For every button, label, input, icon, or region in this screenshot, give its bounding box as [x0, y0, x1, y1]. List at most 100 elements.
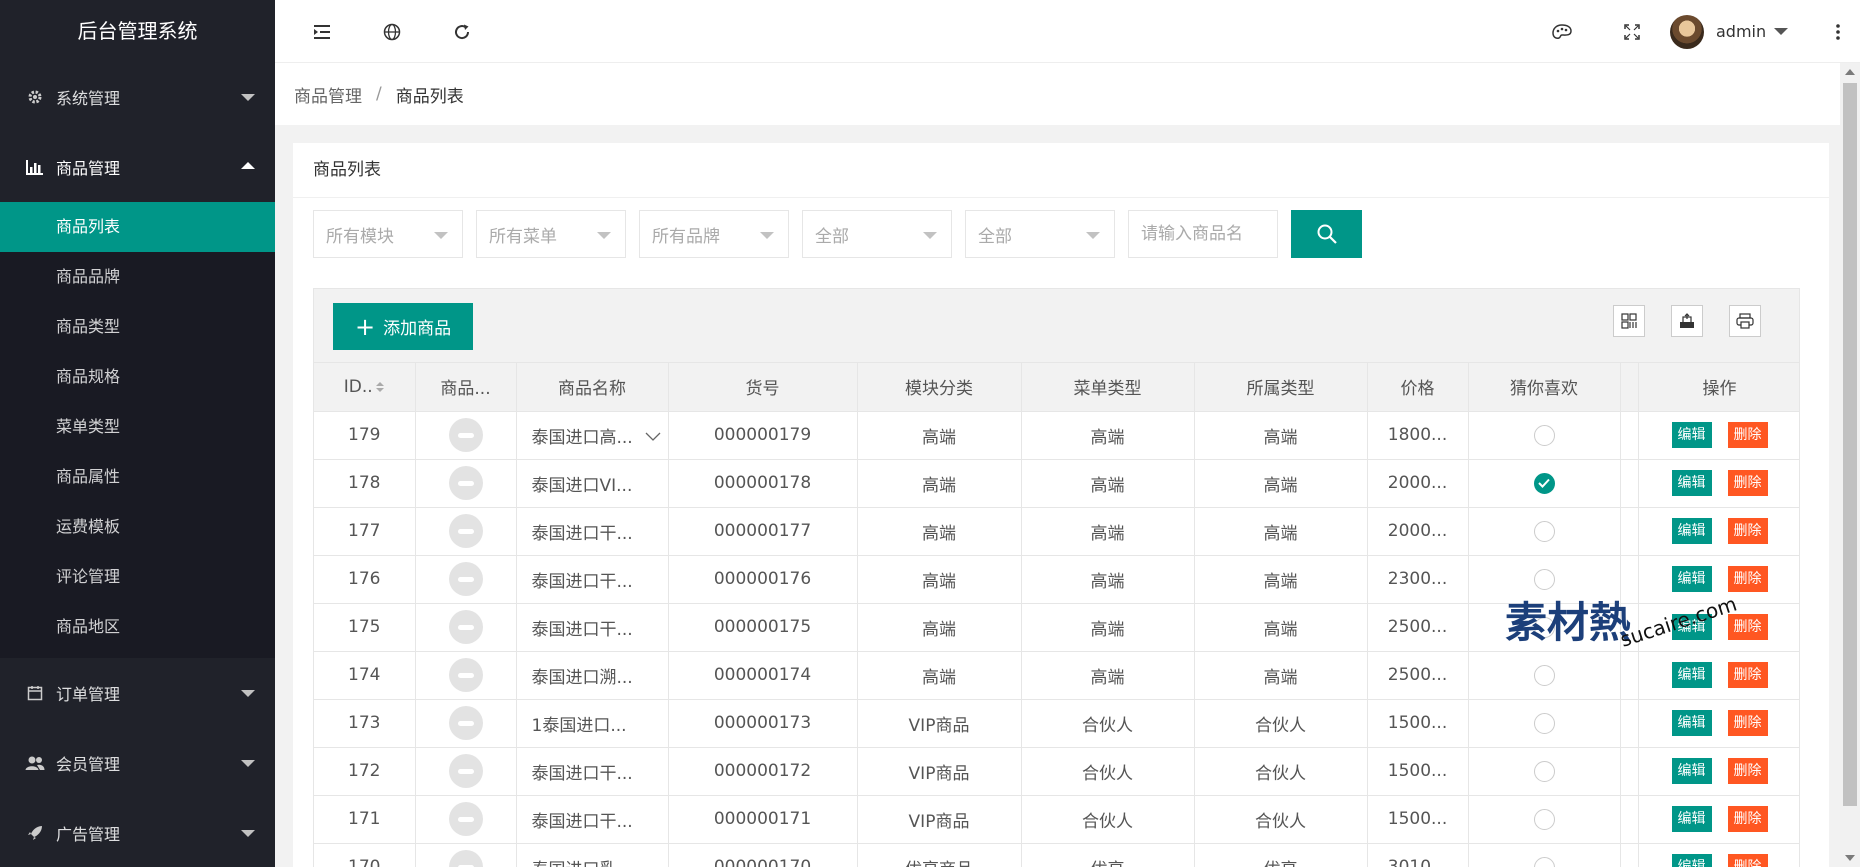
cell-name: 泰国进口干...	[516, 507, 669, 556]
cell-id: 172	[314, 747, 416, 796]
cell-sku: 000000179	[668, 411, 858, 460]
goods-thumbnail[interactable]	[448, 658, 483, 692]
edit-button[interactable]: 编辑	[1671, 806, 1712, 832]
goods-thumbnail[interactable]	[448, 514, 483, 548]
status-select-1[interactable]: 全部	[802, 210, 952, 258]
goods-name: 泰国进口干...	[531, 523, 633, 544]
delete-button[interactable]: 删除	[1727, 854, 1768, 867]
goods-thumbnail[interactable]	[448, 562, 483, 596]
cell-module: VIP商品	[857, 747, 1022, 796]
liked-toggle[interactable]	[1533, 664, 1555, 686]
sidebar-item-shipping-template[interactable]: 运费模板	[0, 502, 275, 552]
delete-button[interactable]: 删除	[1727, 662, 1768, 688]
print-icon[interactable]	[1729, 305, 1761, 337]
cell-liked	[1468, 747, 1621, 796]
goods-name-search-input[interactable]	[1128, 210, 1278, 258]
goods-name: 泰国进口干...	[531, 811, 633, 832]
cell-name: 泰国进口高...	[516, 411, 669, 460]
cell-id: 179	[314, 411, 416, 460]
scroll-thumb[interactable]	[1843, 83, 1857, 806]
edit-button[interactable]: 编辑	[1671, 662, 1712, 688]
edit-button[interactable]: 编辑	[1671, 422, 1712, 448]
cell-price: 1500...	[1367, 699, 1469, 748]
liked-toggle[interactable]	[1533, 760, 1555, 782]
liked-toggle[interactable]	[1533, 424, 1555, 446]
goods-thumbnail[interactable]	[448, 850, 483, 867]
nav-submenu-goods: 商品列表 商品品牌 商品类型 商品规格 菜单类型 商品属性 运费模板 评论管理 …	[0, 202, 275, 658]
cell-image	[415, 411, 517, 460]
liked-toggle[interactable]	[1533, 520, 1555, 542]
cell-price: 2300...	[1367, 555, 1469, 604]
brand-select[interactable]: 所有品牌	[639, 210, 789, 258]
refresh-icon[interactable]	[440, 0, 484, 63]
nav-group-system[interactable]: 系统管理	[0, 62, 275, 132]
search-button[interactable]	[1291, 210, 1362, 258]
nav-group-ads[interactable]: 广告管理	[0, 798, 275, 867]
edit-button[interactable]: 编辑	[1671, 758, 1712, 784]
delete-button[interactable]: 删除	[1727, 806, 1768, 832]
breadcrumb-parent[interactable]: 商品管理	[294, 82, 362, 107]
cell-liked	[1468, 507, 1621, 556]
cell-price: 1500...	[1367, 795, 1469, 844]
cell-image	[415, 603, 517, 652]
liked-toggle[interactable]	[1533, 472, 1555, 494]
scroll-up-arrow[interactable]	[1845, 69, 1855, 75]
chevron-down-icon	[241, 830, 255, 837]
liked-toggle[interactable]	[1533, 808, 1555, 830]
delete-button[interactable]: 删除	[1727, 710, 1768, 736]
goods-thumbnail[interactable]	[448, 754, 483, 788]
liked-toggle[interactable]	[1533, 712, 1555, 734]
sidebar-item-goods-spec[interactable]: 商品规格	[0, 352, 275, 402]
delete-button[interactable]: 删除	[1727, 758, 1768, 784]
more-icon[interactable]	[1816, 0, 1860, 63]
vertical-scrollbar[interactable]	[1840, 63, 1860, 867]
table-row: 171 泰国进口干... 000000171 VIP商品 合伙人 合伙人 1500... 编辑…	[314, 795, 1799, 844]
delete-button[interactable]: 删除	[1727, 518, 1768, 544]
table-row: 173 1泰国进口... 000000173 VIP商品 合伙人 合伙人 1500... 编辑…	[314, 699, 1799, 748]
add-goods-button[interactable]: + 添加商品	[333, 303, 474, 350]
sidebar-item-comments[interactable]: 评论管理	[0, 552, 275, 602]
nav-group-orders[interactable]: 订单管理	[0, 658, 275, 728]
menu-select[interactable]: 所有菜单	[476, 210, 626, 258]
sidebar-item-menu-type[interactable]: 菜单类型	[0, 402, 275, 452]
nav-group-label: 广告管理	[56, 825, 121, 844]
sidebar-item-goods-region[interactable]: 商品地区	[0, 602, 275, 652]
sidebar-item-goods-brand[interactable]: 商品品牌	[0, 252, 275, 302]
sort-icon[interactable]	[375, 381, 385, 393]
cell-sku: 000000172	[668, 747, 858, 796]
goods-name: 泰国进口干...	[531, 571, 633, 592]
nav-group-members[interactable]: 会员管理	[0, 728, 275, 798]
table-header-row: ID.. 商品... 商品名称 货号 模块分类 菜单类型 所属类型 价格 猜你喜…	[314, 363, 1799, 412]
user-menu[interactable]: admin	[1670, 0, 1789, 63]
select-value: 全部	[815, 226, 849, 247]
theme-icon[interactable]	[1540, 0, 1584, 63]
check-icon	[1538, 478, 1550, 488]
module-select[interactable]: 所有模块	[313, 210, 463, 258]
columns-icon[interactable]	[1613, 305, 1645, 337]
cell-type: 合伙人	[1194, 747, 1368, 796]
edit-button[interactable]: 编辑	[1671, 518, 1712, 544]
sidebar-item-goods-type[interactable]: 商品类型	[0, 302, 275, 352]
goods-thumbnail[interactable]	[448, 418, 483, 452]
sidebar-item-goods-attr[interactable]: 商品属性	[0, 452, 275, 502]
goods-thumbnail[interactable]	[448, 466, 483, 500]
goods-thumbnail[interactable]	[448, 610, 483, 644]
edit-button[interactable]: 编辑	[1671, 854, 1712, 867]
export-icon[interactable]	[1671, 305, 1703, 337]
goods-thumbnail[interactable]	[448, 802, 483, 836]
chevron-down-icon[interactable]	[644, 427, 662, 445]
globe-icon[interactable]	[370, 0, 414, 63]
edit-button[interactable]: 编辑	[1671, 710, 1712, 736]
goods-thumbnail[interactable]	[448, 706, 483, 740]
edit-button[interactable]: 编辑	[1671, 470, 1712, 496]
delete-button[interactable]: 删除	[1727, 422, 1768, 448]
scroll-down-arrow[interactable]	[1845, 855, 1855, 861]
delete-button[interactable]: 删除	[1727, 470, 1768, 496]
sidebar-item-goods-list[interactable]: 商品列表	[0, 202, 275, 252]
liked-toggle[interactable]	[1533, 856, 1555, 867]
menu-fold-icon[interactable]	[300, 0, 344, 63]
fullscreen-icon[interactable]	[1610, 0, 1654, 63]
status-select-2[interactable]: 全部	[965, 210, 1115, 258]
nav-group-goods[interactable]: 商品管理	[0, 132, 275, 202]
col-header-id[interactable]: ID..	[314, 363, 416, 412]
